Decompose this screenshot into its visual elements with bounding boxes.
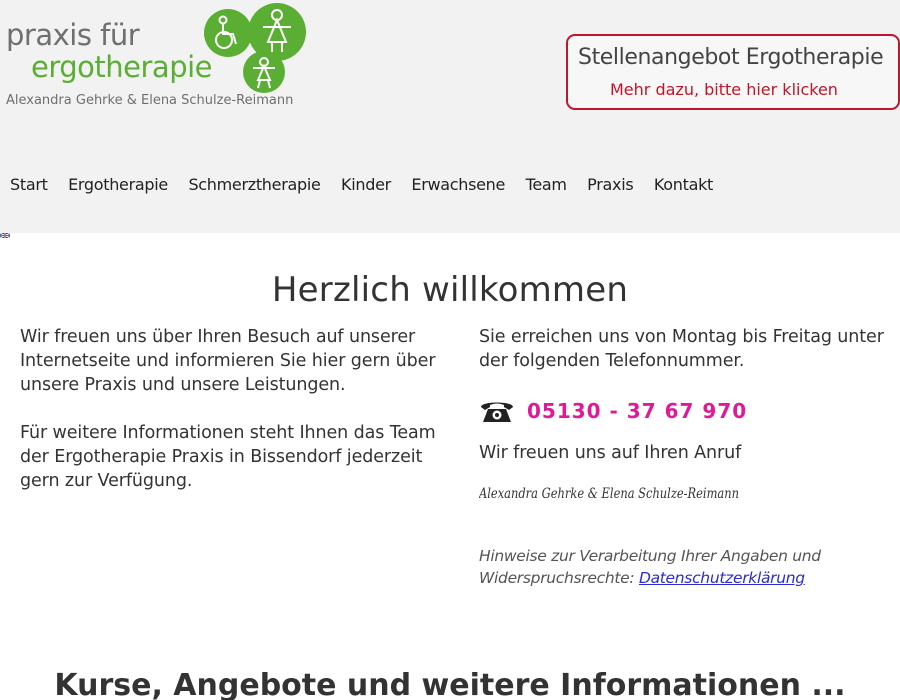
- page-title: Herzlich willkommen: [271, 270, 629, 310]
- nav-item-kinder[interactable]: Kinder: [341, 175, 391, 194]
- nav-item-schmerztherapie[interactable]: Schmerztherapie: [188, 175, 320, 194]
- telephone-icon: [481, 402, 513, 422]
- call-invitation: Wir freuen uns auf Ihren Anruf: [479, 443, 742, 463]
- site-header: praxis für ergotherapie Alexandra Gehrke…: [0, 0, 900, 233]
- privacy-policy-link[interactable]: Datenschutzerklärung: [639, 569, 805, 587]
- nav-item-praxis[interactable]: Praxis: [587, 175, 634, 194]
- logo-text-owners: Alexandra Gehrke & Elena Schulze-Reimann: [6, 93, 294, 108]
- uk-flag-icon[interactable]: [0, 233, 10, 238]
- privacy-notice: Hinweise zur Verarbeitung Ihrer Angaben …: [479, 545, 859, 589]
- nav-item-kontakt[interactable]: Kontakt: [654, 175, 713, 194]
- nav-item-ergotherapie[interactable]: Ergotherapie: [68, 175, 168, 194]
- contact-intro: Sie erreichen uns von Montag bis Freitag…: [479, 327, 884, 371]
- info-paragraph: Für weitere Informationen steht Ihnen da…: [20, 423, 436, 491]
- courses-heading: Kurse, Angebote und weitere Informatione…: [54, 668, 846, 700]
- svg-text:Alexandra Gehrke & Elena Schul: Alexandra Gehrke & Elena Schulze-Reimann: [479, 486, 739, 502]
- main-navigation: Start Ergotherapie Schmerztherapie Kinde…: [10, 175, 734, 194]
- job-offer-link[interactable]: Mehr dazu, bitte hier klicken: [610, 80, 838, 99]
- logo-text-praxis: praxis für: [6, 18, 140, 52]
- intro-paragraph: Wir freuen uns über Ihren Besuch auf uns…: [20, 327, 436, 395]
- phone-number[interactable]: 05130 - 37 67 970: [527, 399, 747, 423]
- nav-item-erwachsene[interactable]: Erwachsene: [411, 175, 505, 194]
- intro-column: Wir freuen uns über Ihren Besuch auf uns…: [20, 325, 440, 517]
- logo-text-ergotherapie: ergotherapie: [31, 50, 213, 84]
- nav-item-team[interactable]: Team: [526, 175, 567, 194]
- signature-image: Alexandra Gehrke & Elena Schulze-Reimann: [479, 486, 739, 502]
- job-offer-banner[interactable]: Stellenangebot Ergotherapie Mehr dazu, b…: [566, 34, 900, 110]
- nav-item-start[interactable]: Start: [10, 175, 48, 194]
- practice-logo[interactable]: praxis für ergotherapie Alexandra Gehrke…: [0, 0, 320, 115]
- job-offer-title: Stellenangebot Ergotherapie: [578, 45, 884, 70]
- phone-row: 05130 - 37 67 970: [479, 397, 747, 425]
- logo-figures-icon: [204, 3, 306, 93]
